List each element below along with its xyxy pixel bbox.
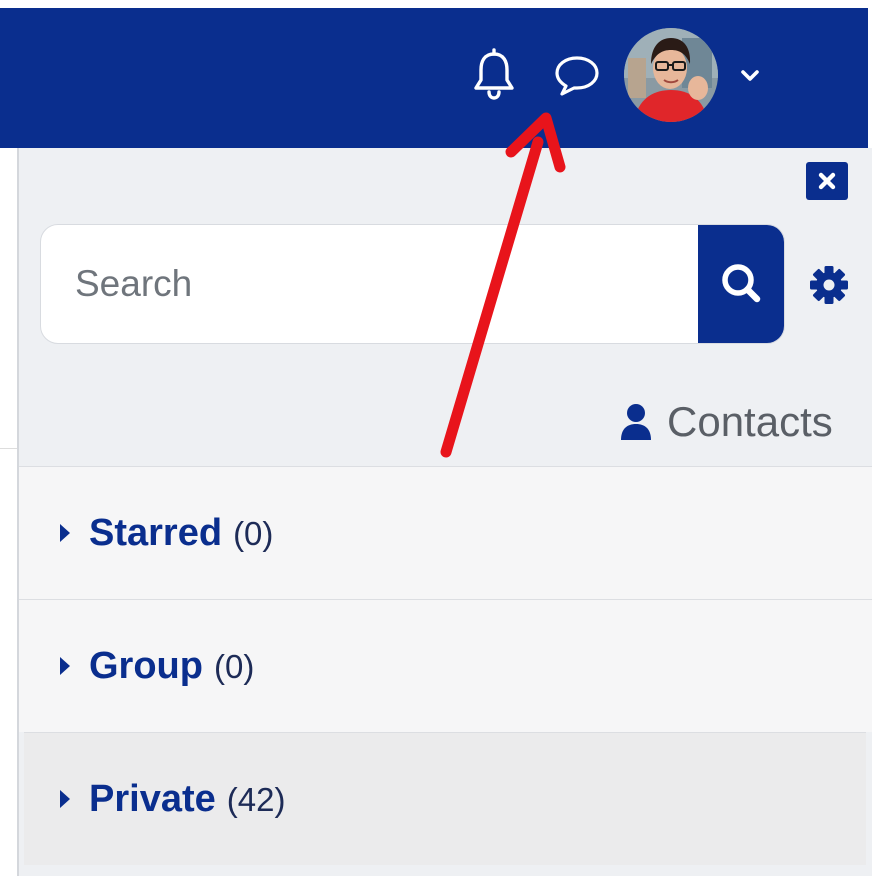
group-count: (0) xyxy=(213,647,255,685)
search-input[interactable] xyxy=(41,225,701,343)
group-row-text: Group (0) xyxy=(89,600,254,733)
page-background-strip xyxy=(0,148,17,876)
group-row-starred[interactable]: Starred (0) xyxy=(19,466,872,599)
group-row-text: Starred (0) xyxy=(89,467,273,600)
chat-bubble-icon[interactable] xyxy=(552,52,602,98)
close-button[interactable] xyxy=(806,162,848,200)
top-navbar xyxy=(0,8,868,148)
caret-right-icon xyxy=(60,657,70,675)
group-name: Private xyxy=(89,778,216,820)
group-row-private[interactable]: Private (42) xyxy=(24,732,866,865)
group-row-text: Private (42) xyxy=(89,733,285,866)
search-bar xyxy=(40,224,785,344)
group-count: (0) xyxy=(233,514,274,552)
user-avatar[interactable] xyxy=(624,28,718,122)
group-name: Starred xyxy=(89,512,223,554)
page: Contacts Starred (0) Group (0) xyxy=(0,0,872,876)
group-name: Group xyxy=(89,645,203,687)
caret-right-icon xyxy=(60,790,70,808)
gear-icon[interactable] xyxy=(808,264,850,306)
messaging-drawer: Contacts Starred (0) Group (0) xyxy=(17,148,872,876)
contact-groups-list: Starred (0) Group (0) Private (42) xyxy=(19,466,872,865)
contacts-link[interactable]: Contacts xyxy=(619,394,833,450)
chevron-down-icon[interactable] xyxy=(736,66,764,86)
caret-right-icon xyxy=(60,524,70,542)
contacts-label: Contacts xyxy=(667,398,833,445)
group-row-group[interactable]: Group (0) xyxy=(19,599,872,732)
user-icon xyxy=(621,404,651,440)
divider xyxy=(0,448,17,449)
search-button[interactable] xyxy=(698,225,784,343)
search-icon xyxy=(722,264,761,303)
close-icon xyxy=(818,172,836,190)
bell-icon[interactable] xyxy=(470,48,518,100)
group-count: (42) xyxy=(226,780,286,818)
